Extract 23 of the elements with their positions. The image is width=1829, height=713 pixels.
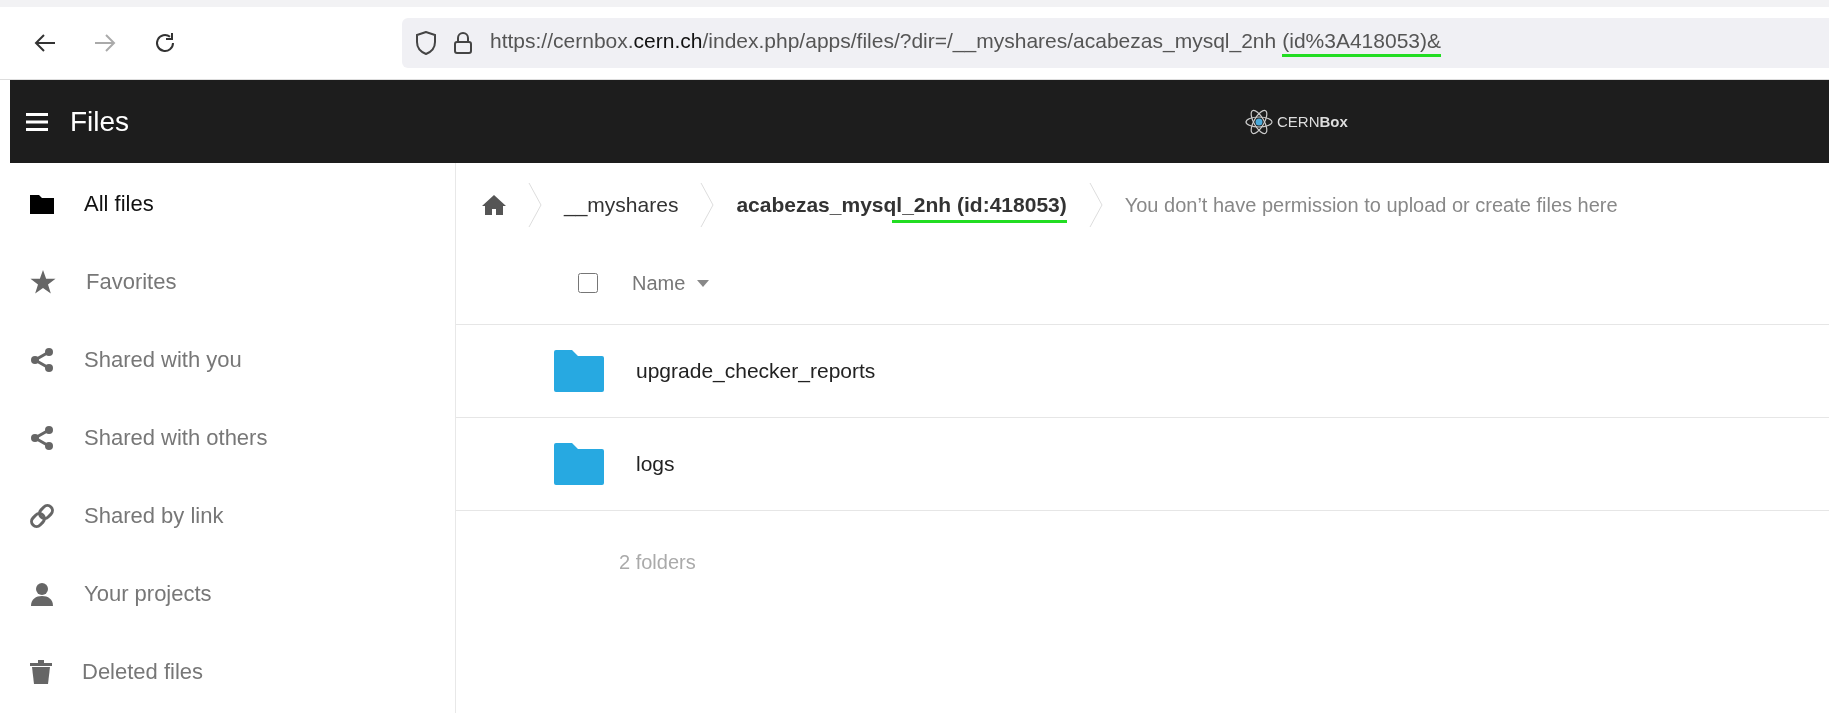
breadcrumb-link[interactable]: acabezas_mysql_2nh (id:418053) [736, 193, 1067, 217]
breadcrumb-link[interactable]: __myshares [564, 193, 679, 217]
folder-count: 2 folders [619, 551, 697, 574]
sidebar-item[interactable]: All files [0, 165, 455, 243]
url-text: (id%3A418053)& [1282, 29, 1441, 57]
logo-text: CERNBox [1277, 113, 1348, 130]
sidebar-item[interactable]: Shared by link [0, 477, 455, 555]
app-title: Files [70, 105, 130, 138]
address-bar[interactable]: https://cernbox.cern.ch/index.php/apps/files/?dir=/__myshares/acabezas_mysql_2nh (id%3A418053)& [402, 18, 1829, 68]
sidebar-item[interactable]: Your projects [0, 555, 455, 633]
name-column-header[interactable]: Name [632, 271, 710, 295]
sidebar-item[interactable]: Deleted files [0, 633, 455, 711]
folder-name[interactable]: logs [636, 452, 675, 476]
file-row[interactable]: upgrade_checker_reports [456, 325, 1829, 418]
url-text: https://cernbox. [490, 29, 634, 54]
sidebar-item[interactable]: Favorites [0, 243, 455, 321]
sidebar-item[interactable]: Shared with others [0, 399, 455, 477]
file-row[interactable]: logs [456, 418, 1829, 511]
url-text: cern.ch [633, 29, 703, 52]
url-text: /index.php/apps/files/?dir=/__myshares/acabezas_mysql_2nh [702, 29, 1277, 55]
permission-notice: You don’t have permission to upload or create files here [1124, 193, 1618, 217]
folder-name[interactable]: upgrade_checker_reports [636, 359, 876, 383]
sidebar-item[interactable]: Shared with you [0, 321, 455, 399]
